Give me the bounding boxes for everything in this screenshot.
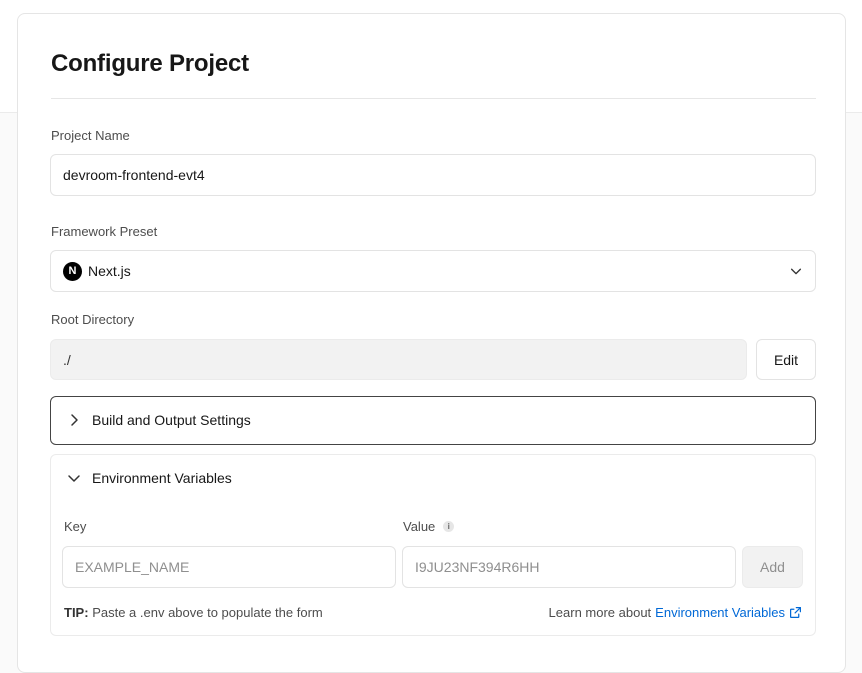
configure-project-card: Configure Project Project Name Framework… [17,13,846,673]
learn-more-prefix: Learn more about [548,605,652,620]
chevron-down-icon [790,268,802,275]
environment-variables-section: Environment Variables Key Value i Add TI… [50,454,816,636]
env-learn-more: Learn more about Environment Variables [549,605,802,620]
chevron-down-icon [68,475,80,482]
env-value-label: Value [403,519,436,534]
title-divider [51,98,816,99]
tip-prefix: TIP: [64,605,89,620]
chevron-right-icon [71,414,78,426]
root-directory-field: ./ [50,339,747,380]
root-directory-value: ./ [63,351,71,368]
framework-preset-label: Framework Preset [51,224,158,239]
env-key-label: Key [64,519,87,534]
env-key-input[interactable] [75,559,395,575]
env-add-button[interactable]: Add [742,546,803,588]
project-name-field[interactable] [50,154,816,196]
project-name-input[interactable] [63,167,815,183]
env-value-field[interactable] [402,546,736,588]
root-directory-label: Root Directory [51,312,135,327]
framework-preset-select[interactable]: N Next.js [50,250,816,292]
env-tip: TIP: Paste a .env above to populate the … [64,605,323,620]
tip-text: Paste a .env above to populate the form [92,605,323,620]
external-link-icon[interactable] [789,606,802,619]
framework-selected: N Next.js [63,261,131,281]
build-output-settings-section[interactable]: Build and Output Settings [50,396,816,445]
build-output-settings-toggle[interactable]: Build and Output Settings [51,412,251,428]
build-output-settings-label: Build and Output Settings [92,412,251,428]
environment-variables-toggle[interactable]: Environment Variables [51,470,232,486]
environment-variables-label: Environment Variables [92,470,232,486]
root-directory-edit-button[interactable]: Edit [756,339,816,380]
environment-variables-link[interactable]: Environment Variables [655,605,785,620]
env-value-input[interactable] [415,559,735,575]
nextjs-logo-icon: N [63,261,82,281]
page-title: Configure Project [51,50,249,77]
framework-selected-label: Next.js [88,263,131,279]
info-icon[interactable]: i [443,521,455,532]
env-value-label-group: Value i [403,519,455,534]
project-name-label: Project Name [51,128,130,143]
env-key-field[interactable] [62,546,396,588]
